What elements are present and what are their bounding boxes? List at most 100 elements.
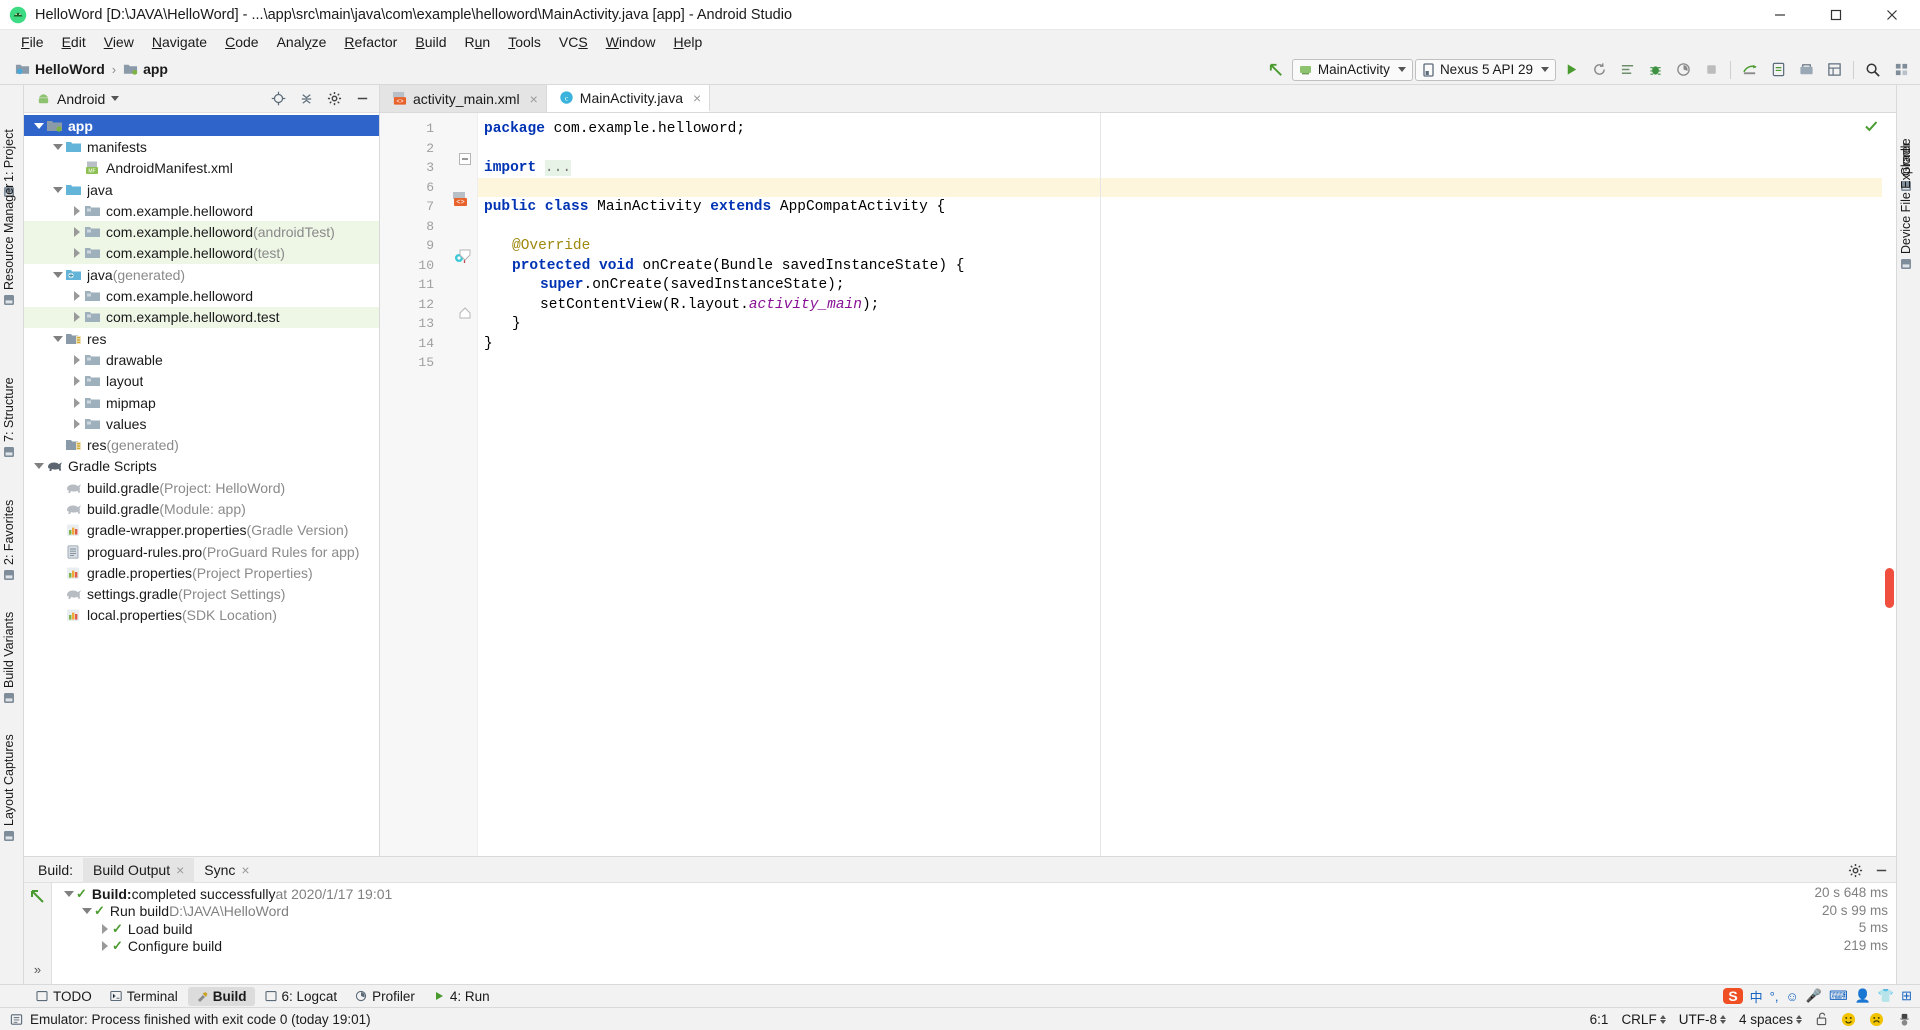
chevron-down-icon[interactable] [51, 179, 65, 200]
emoji-icon[interactable]: ☺ [1785, 989, 1798, 1004]
scrollbar-thumb[interactable] [1885, 568, 1894, 608]
happy-face-button[interactable] [1841, 1012, 1856, 1027]
fold-plus-icon[interactable] [458, 152, 472, 166]
menu-code[interactable]: Code [216, 32, 267, 52]
menu-build[interactable]: Build [406, 32, 455, 52]
menu-window[interactable]: Window [597, 32, 665, 52]
bottom-tool-6-logcat[interactable]: 6: Logcat [257, 987, 346, 1006]
rail-item-resource-manager[interactable]: Resource Manager [0, 179, 19, 311]
sad-face-button[interactable] [1869, 1012, 1884, 1027]
caret-position[interactable]: 6:1 [1590, 1012, 1609, 1027]
hector-inspector-button[interactable] [1897, 1012, 1912, 1027]
chevron-right-icon[interactable] [70, 371, 84, 392]
chinese-mode-icon[interactable]: 中 [1750, 987, 1763, 1006]
close-tab-icon[interactable]: × [241, 862, 249, 878]
chevron-down-icon[interactable] [51, 264, 65, 285]
apply-code-changes-button[interactable] [1614, 58, 1640, 82]
tree-node-androidmanifest.xml[interactable]: MF AndroidManifest.xml [24, 158, 379, 179]
tree-node-res[interactable]: res (generated) [24, 434, 379, 455]
indent-selector[interactable]: 4 spaces [1739, 1012, 1802, 1027]
tree-node-com.example.helloword[interactable]: com.example.helloword [24, 200, 379, 221]
rail-item-build-variants[interactable]: Build Variants [0, 607, 19, 709]
bottom-tool-build[interactable]: Build [187, 986, 255, 1006]
build-settings-button[interactable] [1844, 859, 1866, 881]
code-line[interactable]: setContentView(R.layout.activity_main); [478, 297, 879, 313]
back-arrow-button[interactable] [1264, 58, 1290, 82]
maximize-button[interactable] [1808, 0, 1864, 30]
ok-check-icon[interactable] [1864, 119, 1878, 133]
tree-node-build.gradle[interactable]: build.gradle (Project: HelloWord) [24, 477, 379, 498]
bottom-tool-todo[interactable]: TODO [28, 987, 100, 1006]
tree-node-com.example.helloword[interactable]: com.example.helloword (androidTest) [24, 221, 379, 243]
chevron-right-icon[interactable] [70, 243, 84, 264]
project-tree[interactable]: app manifests MF AndroidManifest.xml java com… [24, 113, 379, 984]
scroll-from-source-button[interactable] [267, 88, 289, 110]
code-line[interactable]: super.onCreate(savedInstanceState); [478, 277, 845, 293]
tree-node-gradle-scripts[interactable]: Gradle Scripts [24, 456, 379, 477]
menu-run[interactable]: Run [456, 32, 500, 52]
class-marker-icon[interactable]: <> [452, 191, 468, 207]
code-line[interactable]: } [478, 336, 493, 352]
debug-button[interactable] [1642, 58, 1668, 82]
read-only-toggle[interactable] [1815, 1012, 1828, 1026]
apply-changes-button[interactable] [1586, 58, 1612, 82]
menu-tools[interactable]: Tools [499, 32, 550, 52]
tree-node-gradle-wrapper.properties[interactable]: gradle-wrapper.properties (Gradle Versio… [24, 520, 379, 541]
close-tab-icon[interactable]: × [530, 91, 538, 107]
stop-button[interactable] [1698, 58, 1724, 82]
tree-node-local.properties[interactable]: local.properties (SDK Location) [24, 605, 379, 626]
tree-node-layout[interactable]: layout [24, 371, 379, 392]
editor-scrollbar[interactable] [1882, 113, 1896, 984]
menu-navigate[interactable]: Navigate [143, 32, 216, 52]
close-tab-icon[interactable]: × [176, 862, 184, 878]
skin-icon[interactable]: 👕 [1878, 988, 1894, 1004]
code-line[interactable]: protected void onCreate(Bundle savedInst… [478, 258, 964, 274]
tree-node-res[interactable]: res [24, 328, 379, 349]
tree-node-mipmap[interactable]: mipmap [24, 392, 379, 413]
chevron-right-icon[interactable] [98, 941, 112, 952]
chevron-right-icon[interactable] [70, 413, 84, 434]
toolbox-icon[interactable]: ⊞ [1901, 988, 1912, 1004]
minimize-button[interactable] [1752, 0, 1808, 30]
rail-item-2-favorites[interactable]: 2: Favorites [0, 495, 19, 586]
expand-build-tree-button[interactable]: » [34, 962, 41, 977]
editor-tab-mainactivity-java[interactable]: c MainActivity.java × [546, 85, 711, 112]
rail-item-7-structure[interactable]: 7: Structure [0, 373, 19, 464]
code-line[interactable]: package com.example.helloword; [478, 121, 745, 137]
build-tab-build-output[interactable]: Build Output × [83, 857, 195, 883]
build-tab-sync[interactable]: Sync × [194, 858, 259, 883]
bottom-tool-terminal[interactable]: Terminal [102, 987, 186, 1006]
tree-node-manifests[interactable]: manifests [24, 136, 379, 157]
menu-vcs[interactable]: VCS [550, 32, 597, 52]
menu-refactor[interactable]: Refactor [335, 32, 406, 52]
menu-edit[interactable]: Edit [53, 32, 95, 52]
code-line[interactable]: } [478, 316, 521, 332]
bottom-tool-4-run[interactable]: 4: Run [425, 987, 498, 1006]
tree-node-app[interactable]: app [24, 115, 379, 137]
build-output-row[interactable]: ✓ Configure build 219 ms [52, 938, 1896, 956]
fold-end-icon[interactable] [458, 306, 472, 320]
user-icon[interactable]: 👤 [1855, 988, 1871, 1004]
menu-file[interactable]: File [12, 32, 53, 52]
run-button[interactable] [1558, 58, 1584, 82]
breadcrumb-item-module[interactable]: app [120, 60, 171, 78]
menu-help[interactable]: Help [665, 32, 712, 52]
code-line[interactable]: @Override [478, 238, 590, 254]
close-button[interactable] [1864, 0, 1920, 30]
line-separator-selector[interactable]: CRLF [1621, 1012, 1666, 1027]
tree-node-java[interactable]: java (generated) [24, 264, 379, 285]
chevron-right-icon[interactable] [70, 349, 84, 370]
build-output-tree[interactable]: ✓ Build: completed successfully at 2020/1… [52, 883, 1896, 985]
editor-tab-activity-main-xml[interactable]: <> activity_main.xml × [380, 85, 547, 112]
tree-node-drawable[interactable]: drawable [24, 349, 379, 370]
code-text[interactable]: package com.example.helloword; import ...… [478, 113, 1896, 984]
tree-node-com.example.helloword[interactable]: com.example.helloword [24, 285, 379, 306]
chevron-right-icon[interactable] [70, 222, 84, 243]
chevron-right-icon[interactable] [70, 307, 84, 328]
chevron-right-icon[interactable] [70, 392, 84, 413]
soft-keyboard-icon[interactable]: ⌨ [1829, 988, 1848, 1004]
sync-gradle-button[interactable] [1737, 58, 1763, 82]
run-configuration-selector[interactable]: MainActivity [1291, 58, 1413, 81]
tree-node-gradle.properties[interactable]: gradle.properties (Project Properties) [24, 562, 379, 583]
device-selector[interactable]: Nexus 5 API 29 [1414, 58, 1556, 81]
